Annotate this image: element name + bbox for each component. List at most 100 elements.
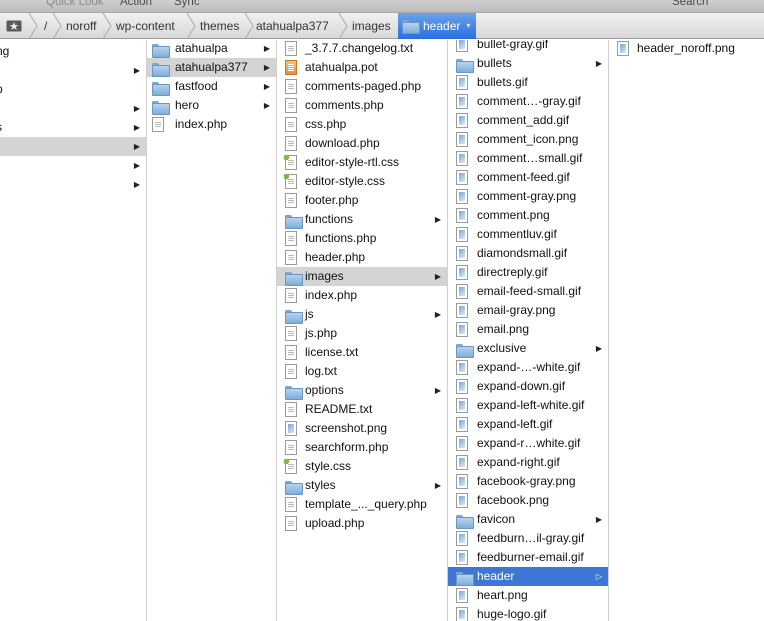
list-item[interactable]: index.php xyxy=(277,286,447,305)
list-item[interactable]: ▶ xyxy=(0,61,146,80)
breadcrumb-images[interactable]: images xyxy=(352,13,391,39)
list-item[interactable]: expand-left-white.gif xyxy=(448,396,608,415)
list-item[interactable]: ▶ xyxy=(0,137,146,156)
list-item[interactable]: fastfood ▶ xyxy=(147,77,276,96)
list-item[interactable]: comment…-gray.gif xyxy=(448,92,608,111)
list-item[interactable]: facebook.png xyxy=(448,491,608,510)
breadcrumb-themes[interactable]: themes xyxy=(200,13,239,39)
list-item[interactable]: comment-gray.png xyxy=(448,187,608,206)
list-item[interactable]: expand-r…white.gif xyxy=(448,434,608,453)
computer-icon[interactable] xyxy=(6,19,22,33)
list-item[interactable]: index.php xyxy=(147,115,276,134)
list-item[interactable]: facebook-gray.png xyxy=(448,472,608,491)
list-item[interactable]: comment-feed.gif xyxy=(448,168,608,187)
list-item[interactable]: atahualpa377 ▶ xyxy=(147,58,276,77)
action-button[interactable]: Action xyxy=(120,0,152,8)
list-item[interactable]: README.txt xyxy=(277,400,447,419)
list-item[interactable]: footer.php xyxy=(277,191,447,210)
list-item[interactable]: bullets ▶ xyxy=(448,54,608,73)
chevron-down-icon: ▾ xyxy=(466,21,471,30)
list-item[interactable]: feedburn…il-gray.gif xyxy=(448,529,608,548)
list-item[interactable]: email-gray.png xyxy=(448,301,608,320)
breadcrumb-atahualpa377[interactable]: atahualpa377 xyxy=(256,13,329,39)
list-item[interactable]: s▶ xyxy=(0,118,146,137)
list-item[interactable]: _3.7.7.changelog.txt xyxy=(277,40,447,58)
list-item[interactable]: favicon ▶ xyxy=(448,510,608,529)
list-item[interactable]: header ▷ xyxy=(448,567,608,586)
list-item[interactable]: expand-down.gif xyxy=(448,377,608,396)
list-item[interactable]: atahualpa ▶ xyxy=(147,40,276,58)
list-item[interactable]: comment_icon.png xyxy=(448,130,608,149)
list-item[interactable]: comment.png xyxy=(448,206,608,225)
folder-icon xyxy=(285,214,303,229)
list-item[interactable]: header_noroff.png xyxy=(609,40,764,58)
list-item[interactable]: screenshot.png xyxy=(277,419,447,438)
breadcrumb-wp-content[interactable]: wp-content xyxy=(116,13,175,39)
list-item-label: header_noroff.png xyxy=(637,41,735,55)
list-item[interactable]: functions ▶ xyxy=(277,210,447,229)
list-item[interactable]: comments-paged.php xyxy=(277,77,447,96)
list-item[interactable]: upload.php xyxy=(277,514,447,533)
list-item[interactable]: directreply.gif xyxy=(448,263,608,282)
list-item[interactable]: diamondsmall.gif xyxy=(448,244,608,263)
list-item[interactable]: options ▶ xyxy=(277,381,447,400)
image-file-icon xyxy=(456,436,470,451)
list-item[interactable]: p xyxy=(0,80,146,99)
image-file-icon xyxy=(456,417,470,432)
list-item[interactable]: comment…small.gif xyxy=(448,149,608,168)
list-item[interactable]: ▶ xyxy=(0,99,146,118)
browser-column-1[interactable]: atahualpa ▶ atahualpa377 ▶ fastfood ▶ hero ▶ ind… xyxy=(147,40,277,621)
list-item[interactable]: exclusive ▶ xyxy=(448,339,608,358)
breadcrumb-root[interactable]: / xyxy=(44,13,47,39)
list-item-label: s xyxy=(0,118,2,137)
list-item[interactable]: js ▶ xyxy=(277,305,447,324)
sync-button[interactable]: Sync xyxy=(174,0,200,8)
list-item[interactable]: feedburner-email.gif xyxy=(448,548,608,567)
list-item[interactable]: functions.php xyxy=(277,229,447,248)
list-item[interactable]: style.css xyxy=(277,457,447,476)
list-item[interactable]: commentluv.gif xyxy=(448,225,608,244)
list-item[interactable]: expand-left.gif xyxy=(448,415,608,434)
list-item[interactable]: styles ▶ xyxy=(277,476,447,495)
breadcrumb-noroff[interactable]: noroff xyxy=(66,13,96,39)
list-item[interactable]: email.png xyxy=(448,320,608,339)
list-item[interactable]: ng xyxy=(0,42,146,61)
browser-column-3[interactable]: bullet-gray.gif bullets ▶ bullets.gif commen… xyxy=(448,40,609,621)
list-item[interactable]: huge-logo.gif xyxy=(448,605,608,621)
list-item[interactable]: js.php xyxy=(277,324,447,343)
list-item[interactable]: log.txt xyxy=(277,362,447,381)
list-item[interactable]: hero ▶ xyxy=(147,96,276,115)
file-icon xyxy=(285,326,299,341)
list-item[interactable]: atahualpa.pot xyxy=(277,58,447,77)
browser-column-4[interactable]: header_noroff.png xyxy=(609,40,764,621)
browser-column-2[interactable]: _3.7.7.changelog.txt atahualpa.pot comment… xyxy=(277,40,448,621)
list-item-label: license.txt xyxy=(305,345,359,359)
breadcrumb-header[interactable]: header ▾ xyxy=(398,13,477,39)
list-item-label: email.png xyxy=(477,322,530,336)
list-item[interactable]: download.php xyxy=(277,134,447,153)
file-icon xyxy=(285,193,299,208)
list-item[interactable]: css.php xyxy=(277,115,447,134)
list-item[interactable]: header.php xyxy=(277,248,447,267)
list-item-label: searchform.php xyxy=(305,440,389,454)
list-item[interactable]: editor-style-rtl.css xyxy=(277,153,447,172)
list-item[interactable]: heart.png xyxy=(448,586,608,605)
list-item[interactable]: searchform.php xyxy=(277,438,447,457)
list-item[interactable]: images ▶ xyxy=(277,267,447,286)
chevron-right-icon: ▶ xyxy=(263,44,270,53)
list-item[interactable]: expand-…-white.gif xyxy=(448,358,608,377)
list-item[interactable]: email-feed-small.gif xyxy=(448,282,608,301)
list-item-label: expand-r…white.gif xyxy=(477,436,581,450)
list-item[interactable]: expand-right.gif xyxy=(448,453,608,472)
list-item[interactable]: bullets.gif xyxy=(448,73,608,92)
list-item[interactable]: ▶ xyxy=(0,175,146,194)
list-item[interactable]: bullet-gray.gif xyxy=(448,40,608,54)
quick-look-button[interactable]: Quick Look xyxy=(46,0,104,8)
list-item[interactable]: comments.php xyxy=(277,96,447,115)
list-item[interactable]: comment_add.gif xyxy=(448,111,608,130)
list-item[interactable]: editor-style.css xyxy=(277,172,447,191)
list-item[interactable]: license.txt xyxy=(277,343,447,362)
list-item[interactable]: ▶ xyxy=(0,156,146,175)
list-item[interactable]: template_..._query.php xyxy=(277,495,447,514)
browser-column-0[interactable]: ng▶p▶s▶▶▶▶ xyxy=(0,40,147,621)
